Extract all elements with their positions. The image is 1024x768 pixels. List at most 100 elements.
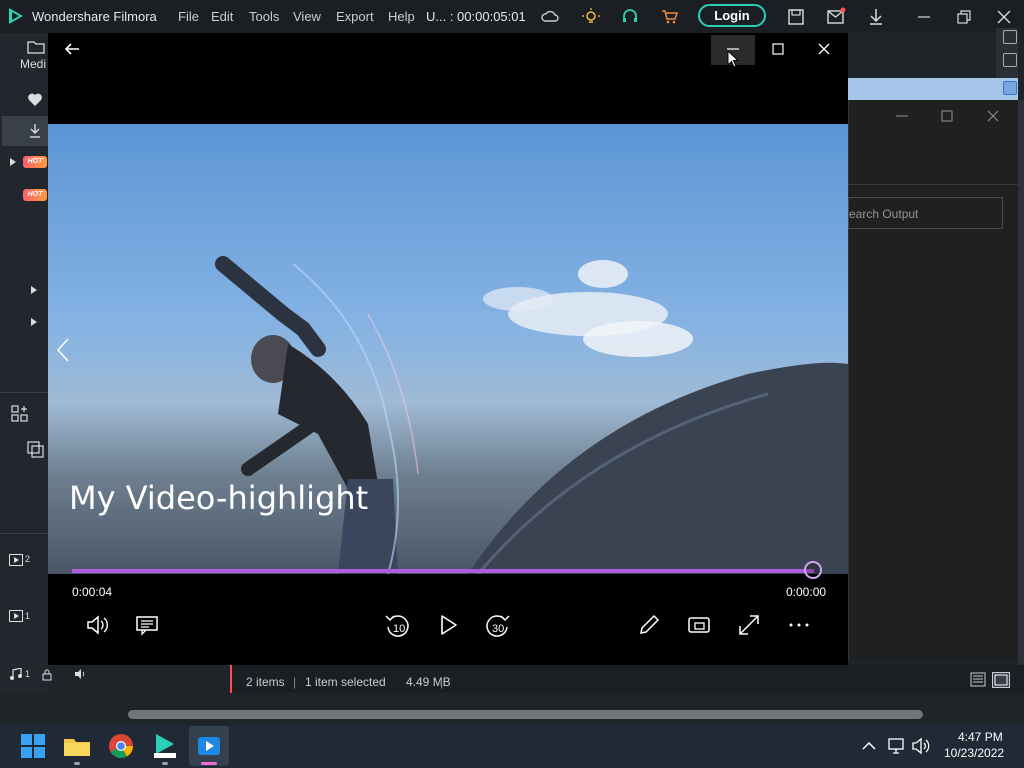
video-track-1-number: 1 [25, 611, 31, 621]
mouse-cursor-icon [727, 50, 739, 68]
media-player-window: My Video-highlight 0:00:04 0:00:00 10 30 [48, 33, 848, 665]
video-track-icon [9, 554, 23, 566]
menu-tools[interactable]: Tools [249, 9, 279, 24]
fullscreen-icon[interactable] [735, 611, 763, 639]
edit-pencil-icon[interactable] [635, 611, 663, 639]
skip-forward-label: 30 [492, 623, 504, 635]
close-icon[interactable] [994, 7, 1014, 27]
menu-help[interactable]: Help [388, 9, 415, 24]
close-icon[interactable] [986, 109, 1000, 123]
expand-arrow-icon[interactable] [30, 317, 38, 327]
video-frame[interactable]: My Video-highlight [48, 124, 848, 574]
minimize-icon[interactable] [894, 109, 910, 123]
skip-back-icon[interactable]: 10 [383, 611, 411, 639]
seek-bar[interactable] [72, 569, 814, 573]
seek-handle[interactable] [804, 561, 822, 579]
close-icon[interactable] [816, 41, 832, 57]
media-player-taskbar-icon[interactable] [194, 731, 224, 761]
cart-icon[interactable] [660, 7, 680, 27]
chrome-icon[interactable] [106, 731, 136, 761]
checkbox[interactable] [1003, 53, 1017, 67]
checkbox[interactable] [1003, 30, 1017, 44]
folder-icon[interactable] [26, 37, 46, 57]
download-icon[interactable] [866, 7, 886, 27]
network-icon[interactable] [887, 736, 907, 756]
minimize-icon[interactable] [914, 7, 934, 27]
expand-arrow-icon[interactable] [9, 157, 17, 167]
volume-icon[interactable] [911, 736, 931, 756]
project-timecode: U... : 00:00:05:01 [426, 9, 526, 24]
skip-back-label: 10 [393, 623, 405, 635]
playhead-marker[interactable] [230, 665, 232, 693]
chevron-up-icon[interactable] [860, 737, 878, 755]
audio-track-1-number: 1 [25, 669, 31, 679]
list-view-icon[interactable] [970, 672, 986, 687]
app-title: Wondershare Filmora [32, 9, 157, 24]
skip-forward-icon[interactable]: 30 [484, 611, 512, 639]
running-indicator [162, 762, 168, 765]
cloud-icon[interactable] [540, 7, 560, 27]
hot-badge: HOT [23, 156, 47, 168]
selection-count: 1 item selected [305, 675, 386, 689]
elapsed-time: 0:00:04 [72, 585, 113, 599]
menu-view[interactable]: View [293, 9, 321, 24]
video-track-icon [9, 610, 23, 622]
details-view-icon[interactable] [992, 672, 1010, 688]
volume-icon[interactable] [83, 611, 111, 639]
clock-date[interactable]: 10/23/2022 [944, 746, 1004, 760]
filmora-title-bar: Wondershare Filmora File Edit Tools View… [0, 0, 1024, 33]
restore-icon[interactable] [954, 7, 974, 27]
video-track-2-number: 2 [25, 554, 31, 564]
remaining-time: 0:00:00 [786, 585, 827, 599]
grid-add-icon[interactable] [10, 404, 30, 424]
headset-icon[interactable] [620, 7, 640, 27]
expand-arrow-icon[interactable] [30, 285, 38, 295]
previous-chevron-icon[interactable] [56, 337, 70, 363]
maximize-icon[interactable] [770, 41, 786, 57]
item-count: 2 items [246, 675, 285, 689]
windows-taskbar: 4:47 PM 10/23/2022 [0, 725, 1024, 768]
media-status-bar: 2 items | 1 item selected 4.49 MB | [230, 665, 1024, 693]
divider [0, 392, 48, 393]
selection-size: 4.49 MB [406, 675, 451, 689]
maximize-icon[interactable] [940, 109, 954, 123]
clock-time[interactable]: 4:47 PM [958, 730, 1003, 744]
heart-icon[interactable] [25, 89, 45, 109]
menu-file[interactable]: File [178, 9, 199, 24]
download-icon[interactable] [25, 121, 45, 141]
active-indicator [201, 762, 217, 765]
filmora-taskbar-icon[interactable] [150, 731, 180, 761]
speaker-icon[interactable] [74, 668, 86, 680]
divider [0, 533, 48, 534]
menu-export[interactable]: Export [336, 9, 374, 24]
search-output-placeholder: earch Output [849, 207, 919, 221]
mini-view-icon[interactable] [685, 611, 713, 639]
checkbox[interactable] [1003, 81, 1017, 95]
play-icon[interactable] [434, 611, 462, 639]
login-button[interactable]: Login [698, 4, 766, 27]
scrollbar[interactable] [1018, 100, 1024, 665]
bulb-icon[interactable] [581, 7, 601, 27]
selected-row-highlight[interactable] [848, 78, 1018, 100]
separator: | [440, 675, 444, 689]
lock-icon[interactable] [41, 669, 53, 681]
filmora-sidebar: Medi HOT HOT 2 1 1 [0, 33, 48, 693]
divider [848, 184, 1018, 185]
menu-edit[interactable]: Edit [211, 9, 233, 24]
scrollbar-thumb[interactable] [128, 710, 923, 719]
horizontal-scrollbar [0, 693, 1024, 725]
hot-badge: HOT [23, 189, 47, 201]
more-options-icon[interactable] [785, 611, 813, 639]
video-title-overlay: My Video-highlight [69, 479, 369, 517]
windows-start-icon[interactable] [18, 731, 48, 761]
back-arrow-icon[interactable] [63, 41, 81, 57]
search-output-input[interactable]: earch Output [848, 197, 1003, 229]
separator: | [293, 675, 297, 689]
mail-icon[interactable] [826, 7, 846, 27]
media-tab-label[interactable]: Medi [20, 57, 46, 71]
copy-icon[interactable] [26, 440, 46, 460]
subtitles-icon[interactable] [133, 611, 161, 639]
file-explorer-icon[interactable] [62, 731, 92, 761]
save-icon[interactable] [786, 7, 806, 27]
music-track-icon [10, 668, 22, 680]
